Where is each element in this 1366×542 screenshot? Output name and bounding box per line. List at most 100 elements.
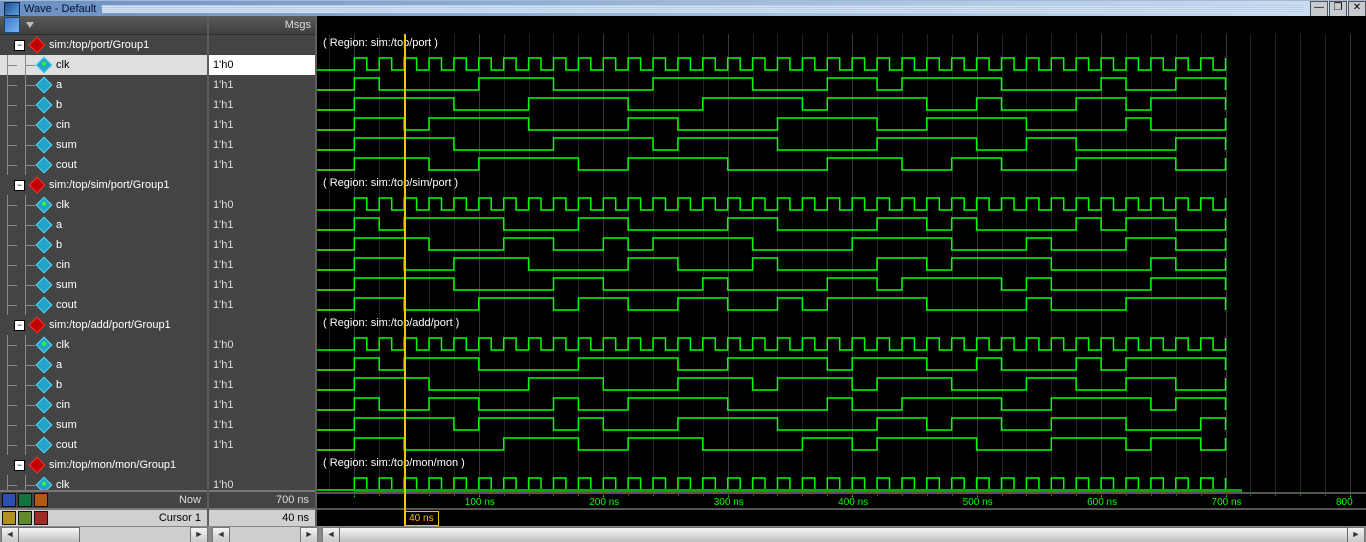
- signal-row[interactable]: cout: [0, 295, 207, 315]
- msg-row: 1'h1: [209, 355, 315, 375]
- signal-row[interactable]: cin: [0, 255, 207, 275]
- wave-row[interactable]: [317, 94, 1366, 114]
- wave-row[interactable]: [317, 54, 1366, 74]
- signal-row[interactable]: b: [0, 95, 207, 115]
- signal-name: b: [56, 379, 62, 391]
- wave-row[interactable]: [317, 354, 1366, 374]
- wave-row[interactable]: [317, 194, 1366, 214]
- signal-row[interactable]: sum: [0, 275, 207, 295]
- wave-row[interactable]: [317, 214, 1366, 234]
- wave-row[interactable]: [317, 294, 1366, 314]
- signal-group-label: sim:/top/add/port/Group1: [49, 319, 171, 331]
- region-label: ( Region: sim:/top/mon/mon ): [323, 457, 465, 469]
- waveform-column[interactable]: ( Region: sim:/top/port )( Region: sim:/…: [317, 16, 1366, 526]
- msg-group-row: [209, 455, 315, 475]
- wave-row[interactable]: [317, 134, 1366, 154]
- wave-row[interactable]: [317, 334, 1366, 354]
- signal-icon: [36, 217, 53, 234]
- signal-group[interactable]: − sim:/top/port/Group1: [0, 35, 207, 55]
- msg-group-row: [209, 35, 315, 55]
- signal-row[interactable]: clk: [0, 335, 207, 355]
- cursor-track[interactable]: 40 ns: [317, 508, 1366, 526]
- footer-now-value-row: 700 ns: [209, 490, 315, 508]
- signal-row[interactable]: clk: [0, 55, 207, 75]
- signal-row[interactable]: cout: [0, 435, 207, 455]
- cursor-flag[interactable]: 40 ns: [404, 511, 438, 526]
- signal-row[interactable]: b: [0, 235, 207, 255]
- msg-row: 1'h0: [209, 475, 315, 490]
- signal-icon: [36, 77, 53, 94]
- group-icon: [29, 317, 46, 334]
- msg-row: 1'h0: [209, 55, 315, 75]
- signal-row[interactable]: a: [0, 355, 207, 375]
- minimize-button[interactable]: —: [1310, 1, 1328, 17]
- signal-group-label: sim:/top/port/Group1: [49, 39, 149, 51]
- signal-row[interactable]: cin: [0, 395, 207, 415]
- signal-row[interactable]: cout: [0, 155, 207, 175]
- msg-row: 1'h1: [209, 75, 315, 95]
- close-button[interactable]: ✕: [1348, 1, 1366, 17]
- wave-row[interactable]: [317, 414, 1366, 434]
- scroll-right-button[interactable]: ►: [190, 527, 208, 542]
- maximize-button[interactable]: ❐: [1329, 1, 1347, 17]
- msg-group-row: [209, 315, 315, 335]
- signal-row[interactable]: clk: [0, 195, 207, 215]
- signal-row[interactable]: a: [0, 75, 207, 95]
- footer-now-label: Now: [48, 494, 207, 506]
- msg-row: 1'h1: [209, 415, 315, 435]
- signal-row[interactable]: clk: [0, 475, 207, 490]
- wave-row[interactable]: [317, 154, 1366, 174]
- signal-name: cout: [56, 159, 77, 171]
- signal-group[interactable]: − sim:/top/add/port/Group1: [0, 315, 207, 335]
- collapse-icon[interactable]: −: [14, 180, 25, 191]
- dropdown-icon[interactable]: [26, 22, 34, 28]
- signal-icon: [36, 297, 53, 314]
- wave-row[interactable]: [317, 254, 1366, 274]
- signal-group[interactable]: −sim:/top/mon/mon/Group1: [0, 455, 207, 475]
- signal-name: a: [56, 359, 62, 371]
- wave-row[interactable]: [317, 394, 1366, 414]
- footer-cursor[interactable]: Cursor 1: [0, 508, 207, 526]
- hscroll-msgs[interactable]: ◄ ►: [211, 526, 319, 542]
- footer-cursor-value: 40 ns: [209, 512, 315, 524]
- signal-icon: [36, 257, 53, 274]
- hscroll-wave[interactable]: ◄ ►: [321, 526, 1366, 542]
- msgs-header-label: Msgs: [285, 19, 311, 31]
- title-grip[interactable]: [102, 5, 1303, 13]
- signal-name: a: [56, 219, 62, 231]
- signal-name: cin: [56, 259, 70, 271]
- signal-row[interactable]: a: [0, 215, 207, 235]
- msg-group-row: [209, 175, 315, 195]
- wave-row[interactable]: [317, 434, 1366, 454]
- collapse-icon[interactable]: −: [14, 320, 25, 331]
- wave-row[interactable]: [317, 374, 1366, 394]
- signal-name: sum: [56, 279, 77, 291]
- signal-icon: [36, 197, 53, 214]
- signal-group-label: sim:/top/sim/port/Group1: [49, 179, 169, 191]
- msg-row: 1'h1: [209, 95, 315, 115]
- signal-row[interactable]: cin: [0, 115, 207, 135]
- signal-icon: [36, 417, 53, 434]
- collapse-icon[interactable]: −: [14, 460, 25, 471]
- hscroll-names[interactable]: ◄ ►: [0, 526, 209, 542]
- cursor-line[interactable]: [404, 34, 406, 494]
- signal-icon: [36, 477, 53, 490]
- signal-name: b: [56, 99, 62, 111]
- signal-icon: [36, 437, 53, 454]
- msg-row: 1'h1: [209, 375, 315, 395]
- wave-row[interactable]: [317, 114, 1366, 134]
- wave-row[interactable]: [317, 274, 1366, 294]
- signal-row[interactable]: b: [0, 375, 207, 395]
- wave-row[interactable]: [317, 74, 1366, 94]
- wave-row[interactable]: [317, 234, 1366, 254]
- signal-row[interactable]: sum: [0, 415, 207, 435]
- signal-row[interactable]: sum: [0, 135, 207, 155]
- signal-group[interactable]: − sim:/top/sim/port/Group1: [0, 175, 207, 195]
- msg-row: 1'h1: [209, 215, 315, 235]
- collapse-icon[interactable]: −: [14, 40, 25, 51]
- signal-name: cin: [56, 399, 70, 411]
- signal-name: cout: [56, 439, 77, 451]
- scroll-left-button[interactable]: ◄: [1, 527, 19, 542]
- signal-name: sum: [56, 139, 77, 151]
- scope-icon[interactable]: [4, 17, 20, 33]
